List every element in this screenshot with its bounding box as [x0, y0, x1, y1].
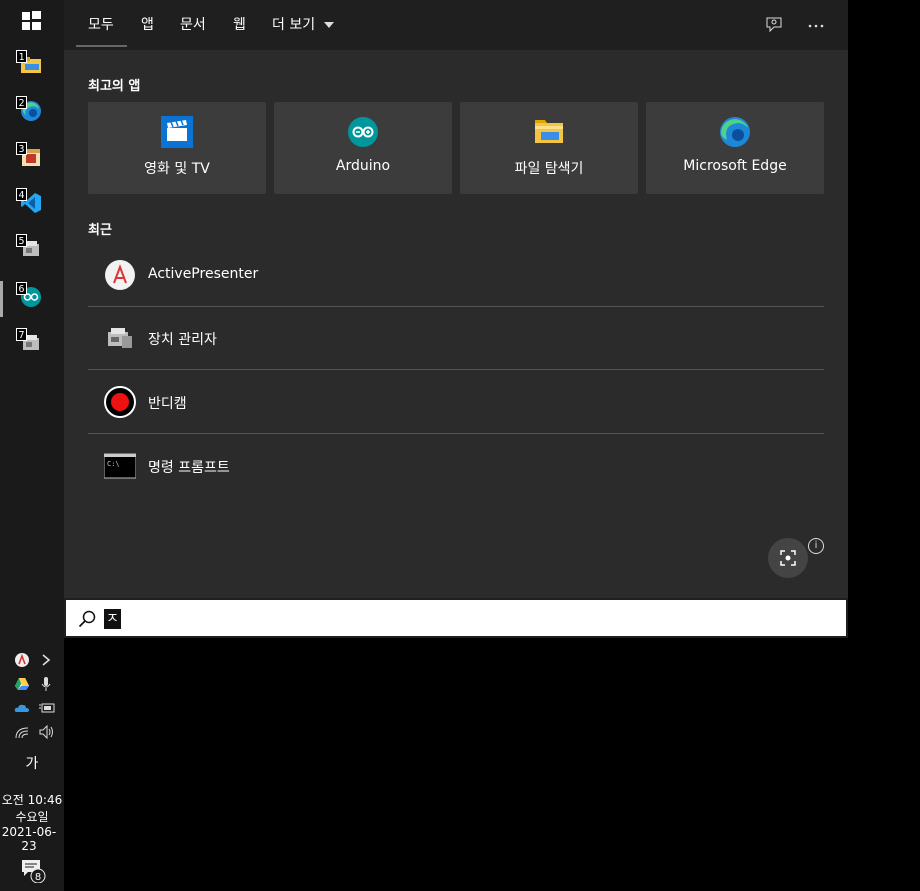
tab-more-label: 더 보기 — [272, 17, 316, 33]
recent-item-bandicam[interactable]: 반디캠 — [88, 371, 824, 434]
taskbar-app-number: 1 — [16, 50, 27, 63]
top-app-tile-movies-tv[interactable]: 영화 및 TV — [88, 102, 266, 194]
tile-label: 파일 탐색기 — [514, 161, 584, 177]
taskbar-app-number: 5 — [16, 234, 27, 247]
taskbar-app-3[interactable]: 3 — [16, 142, 46, 172]
recent-item-label: 명령 프롬프트 — [148, 460, 230, 476]
tab-apps[interactable]: 앱 — [141, 14, 154, 34]
taskbar-app-2[interactable]: 2 — [16, 96, 46, 126]
windows-start-icon[interactable] — [19, 8, 43, 32]
tab-all[interactable]: 모두 — [88, 14, 114, 34]
tab-documents[interactable]: 문서 — [180, 14, 206, 34]
clock-weekday[interactable]: 수요일 — [0, 808, 64, 825]
activepresenter-tray-icon[interactable] — [14, 652, 30, 672]
taskbar-app-number: 6 — [16, 282, 27, 295]
recent-item-label: 반디캠 — [148, 396, 187, 412]
search-tabs-bar: 모두 앱 문서 웹 더 보기 — [64, 0, 848, 50]
tab-web[interactable]: 웹 — [233, 14, 246, 34]
more-options-button[interactable] — [802, 10, 830, 38]
recent-item-label: ActivePresenter — [148, 266, 259, 282]
wifi-icon[interactable] — [14, 724, 30, 744]
bandicam-icon — [104, 386, 136, 418]
google-drive-icon[interactable] — [14, 676, 30, 696]
divider — [88, 433, 824, 434]
divider — [88, 369, 824, 370]
top-app-tile-edge[interactable]: Microsoft Edge — [646, 102, 824, 194]
taskbar-app-7[interactable]: 7 — [16, 328, 46, 358]
microphone-icon[interactable] — [40, 676, 52, 696]
notification-count: 8 — [35, 872, 41, 883]
tab-more[interactable]: 더 보기 — [272, 14, 334, 34]
search-input[interactable]: ㅈ — [104, 609, 121, 629]
recent-item-activepresenter[interactable]: ActivePresenter — [88, 244, 824, 307]
taskbar-app-number: 7 — [16, 328, 27, 341]
taskbar-app-4[interactable]: 4 — [16, 188, 46, 218]
screenshot-search-button[interactable] — [768, 538, 808, 578]
tile-label: Arduino — [335, 158, 391, 174]
arduino-icon — [348, 117, 378, 147]
active-app-indicator — [0, 281, 3, 317]
top-app-tile-file-explorer[interactable]: 파일 탐색기 — [460, 102, 638, 194]
recent-item-command-prompt[interactable]: C:\ 명령 프롬프트 — [88, 435, 824, 498]
taskbar: 1 2 3 4 5 6 7 가 오전 10:46 수요일 2021-06-23 … — [0, 0, 64, 891]
clock-time[interactable]: 오전 10:46 — [0, 791, 64, 808]
volume-icon[interactable] — [38, 724, 56, 744]
recent-item-label: 장치 관리자 — [148, 332, 217, 348]
file-explorer-icon — [535, 120, 563, 143]
tray-row — [14, 700, 56, 720]
recent-title: 최근 — [88, 223, 112, 238]
feedback-button[interactable] — [760, 10, 788, 38]
tile-label: Microsoft Edge — [683, 158, 787, 174]
tray-row — [14, 652, 54, 670]
search-icon — [78, 610, 96, 628]
tile-label: 영화 및 TV — [144, 161, 210, 177]
more-horizontal-icon — [808, 24, 824, 28]
edge-icon — [720, 117, 750, 147]
taskbar-app-6[interactable]: 6 — [16, 282, 46, 312]
ime-indicator[interactable]: 가 — [0, 753, 64, 773]
svg-text:C:\: C:\ — [107, 460, 120, 468]
tray-row — [14, 724, 54, 742]
tray-row — [14, 676, 54, 694]
recent-item-device-manager[interactable]: 장치 관리자 — [88, 307, 824, 370]
notification-icon: 8 — [22, 860, 46, 884]
top-app-tile-arduino[interactable]: Arduino — [274, 102, 452, 194]
top-apps-title: 최고의 앱 — [88, 79, 141, 94]
taskbar-app-5[interactable]: 5 — [16, 234, 46, 264]
device-manager-icon — [108, 328, 132, 348]
notification-center-button[interactable]: 8 — [20, 857, 46, 884]
activepresenter-icon — [105, 260, 135, 290]
movies-tv-icon — [161, 116, 193, 148]
onedrive-icon[interactable] — [14, 700, 30, 720]
chevron-right-icon[interactable] — [40, 652, 52, 672]
info-icon[interactable]: i — [808, 538, 824, 554]
feedback-icon — [766, 17, 782, 33]
active-tab-indicator — [76, 45, 127, 47]
taskbar-app-number: 3 — [16, 142, 27, 155]
taskbar-app-number: 4 — [16, 188, 27, 201]
chevron-down-icon — [323, 22, 334, 28]
command-prompt-icon: C:\ — [104, 453, 136, 479]
clock-date[interactable]: 2021-06-23 — [0, 825, 61, 853]
battery-plug-icon[interactable] — [38, 700, 56, 720]
screen-capture-icon — [780, 550, 796, 566]
taskbar-app-number: 2 — [16, 96, 27, 109]
search-panel: 모두 앱 문서 웹 더 보기 최고의 앱 영화 및 TV Arduino 파일 … — [64, 0, 848, 598]
taskbar-app-1[interactable]: 1 — [16, 50, 46, 80]
search-box[interactable]: ㅈ — [64, 598, 848, 638]
